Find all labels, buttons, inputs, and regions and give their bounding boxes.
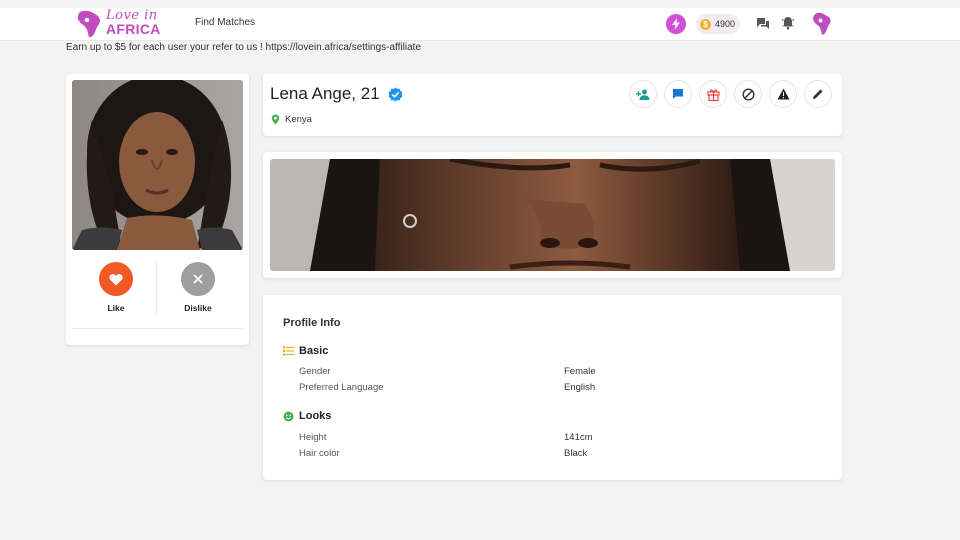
profile-info-title: Profile Info <box>283 317 341 329</box>
profile-header-card: Lena Ange, 21 Kenya <box>263 74 842 136</box>
report-button[interactable] <box>769 80 797 108</box>
like-button[interactable] <box>99 262 133 296</box>
dislike-action: Dislike <box>168 262 228 313</box>
profile-name-row: Lena Ange, 21 <box>270 84 403 104</box>
gift-button[interactable] <box>699 80 727 108</box>
profile-location: Kenya <box>271 114 312 125</box>
location-pin-icon <box>271 114 280 125</box>
info-label: Preferred Language <box>299 382 384 393</box>
profile-name: Lena Ange, 21 <box>270 84 380 103</box>
cover-photo-image <box>270 159 835 271</box>
section-looks-heading: Looks <box>283 410 331 422</box>
verified-badge-icon <box>388 87 403 102</box>
card-divider <box>72 328 243 329</box>
top-strip <box>0 0 960 8</box>
profile-actions <box>622 80 832 108</box>
coin-icon: $ <box>700 18 711 30</box>
message-icon <box>673 89 683 99</box>
section-basic-heading: Basic <box>283 345 328 357</box>
info-value: 141cm <box>564 432 593 443</box>
report-icon <box>777 88 789 100</box>
africa-avatar-icon[interactable] <box>812 12 832 36</box>
smiley-icon <box>283 411 294 421</box>
add-friend-button[interactable] <box>629 80 657 108</box>
profile-photo-image <box>72 80 243 250</box>
message-button[interactable] <box>664 80 692 108</box>
like-action: Like <box>86 262 146 313</box>
location-text: Kenya <box>285 114 312 125</box>
dislike-label: Dislike <box>184 303 212 313</box>
close-icon <box>193 274 203 284</box>
section-basic-title: Basic <box>299 345 329 357</box>
block-icon <box>741 87 755 101</box>
logo-africa-text: AFRICA <box>106 21 161 37</box>
bell-icon[interactable] <box>781 16 795 30</box>
action-divider <box>156 260 157 316</box>
cover-photo[interactable] <box>270 159 835 271</box>
edit-button[interactable] <box>804 80 832 108</box>
info-value: Female <box>564 366 596 377</box>
like-label: Like <box>107 303 125 313</box>
chat-icon[interactable] <box>756 17 770 31</box>
info-value: Black <box>564 448 588 459</box>
edit-icon <box>813 89 823 99</box>
profile-photo-card: Like Dislike <box>66 74 249 345</box>
info-value: English <box>564 382 596 393</box>
info-label: Height <box>299 432 327 443</box>
dislike-button[interactable] <box>181 262 215 296</box>
info-label: Gender <box>299 366 331 377</box>
nav-find-matches[interactable]: Find Matches <box>195 17 255 28</box>
profile-photo[interactable] <box>72 80 243 250</box>
heart-icon <box>109 273 123 285</box>
cover-photo-card <box>263 152 842 278</box>
affiliate-banner-text: Earn up to $5 for each user your refer t… <box>66 42 421 53</box>
boost-button[interactable] <box>666 14 686 34</box>
boost-icon <box>672 18 680 30</box>
coins-count: 4900 <box>715 19 736 29</box>
coins-balance[interactable]: $ 4900 <box>696 14 740 34</box>
add-friend-icon <box>636 89 650 100</box>
list-icon <box>283 346 294 356</box>
profile-info-card: Profile Info Basic Gender Female Preferr… <box>263 295 842 480</box>
site-logo[interactable]: Love in AFRICA <box>76 8 166 39</box>
africa-logo-icon <box>77 10 101 38</box>
section-looks-title: Looks <box>299 410 332 422</box>
info-label: Hair color <box>299 448 340 459</box>
block-button[interactable] <box>734 80 762 108</box>
gift-icon <box>706 88 720 101</box>
top-header: Love in AFRICA Find Matches $ 4900 <box>0 8 960 41</box>
